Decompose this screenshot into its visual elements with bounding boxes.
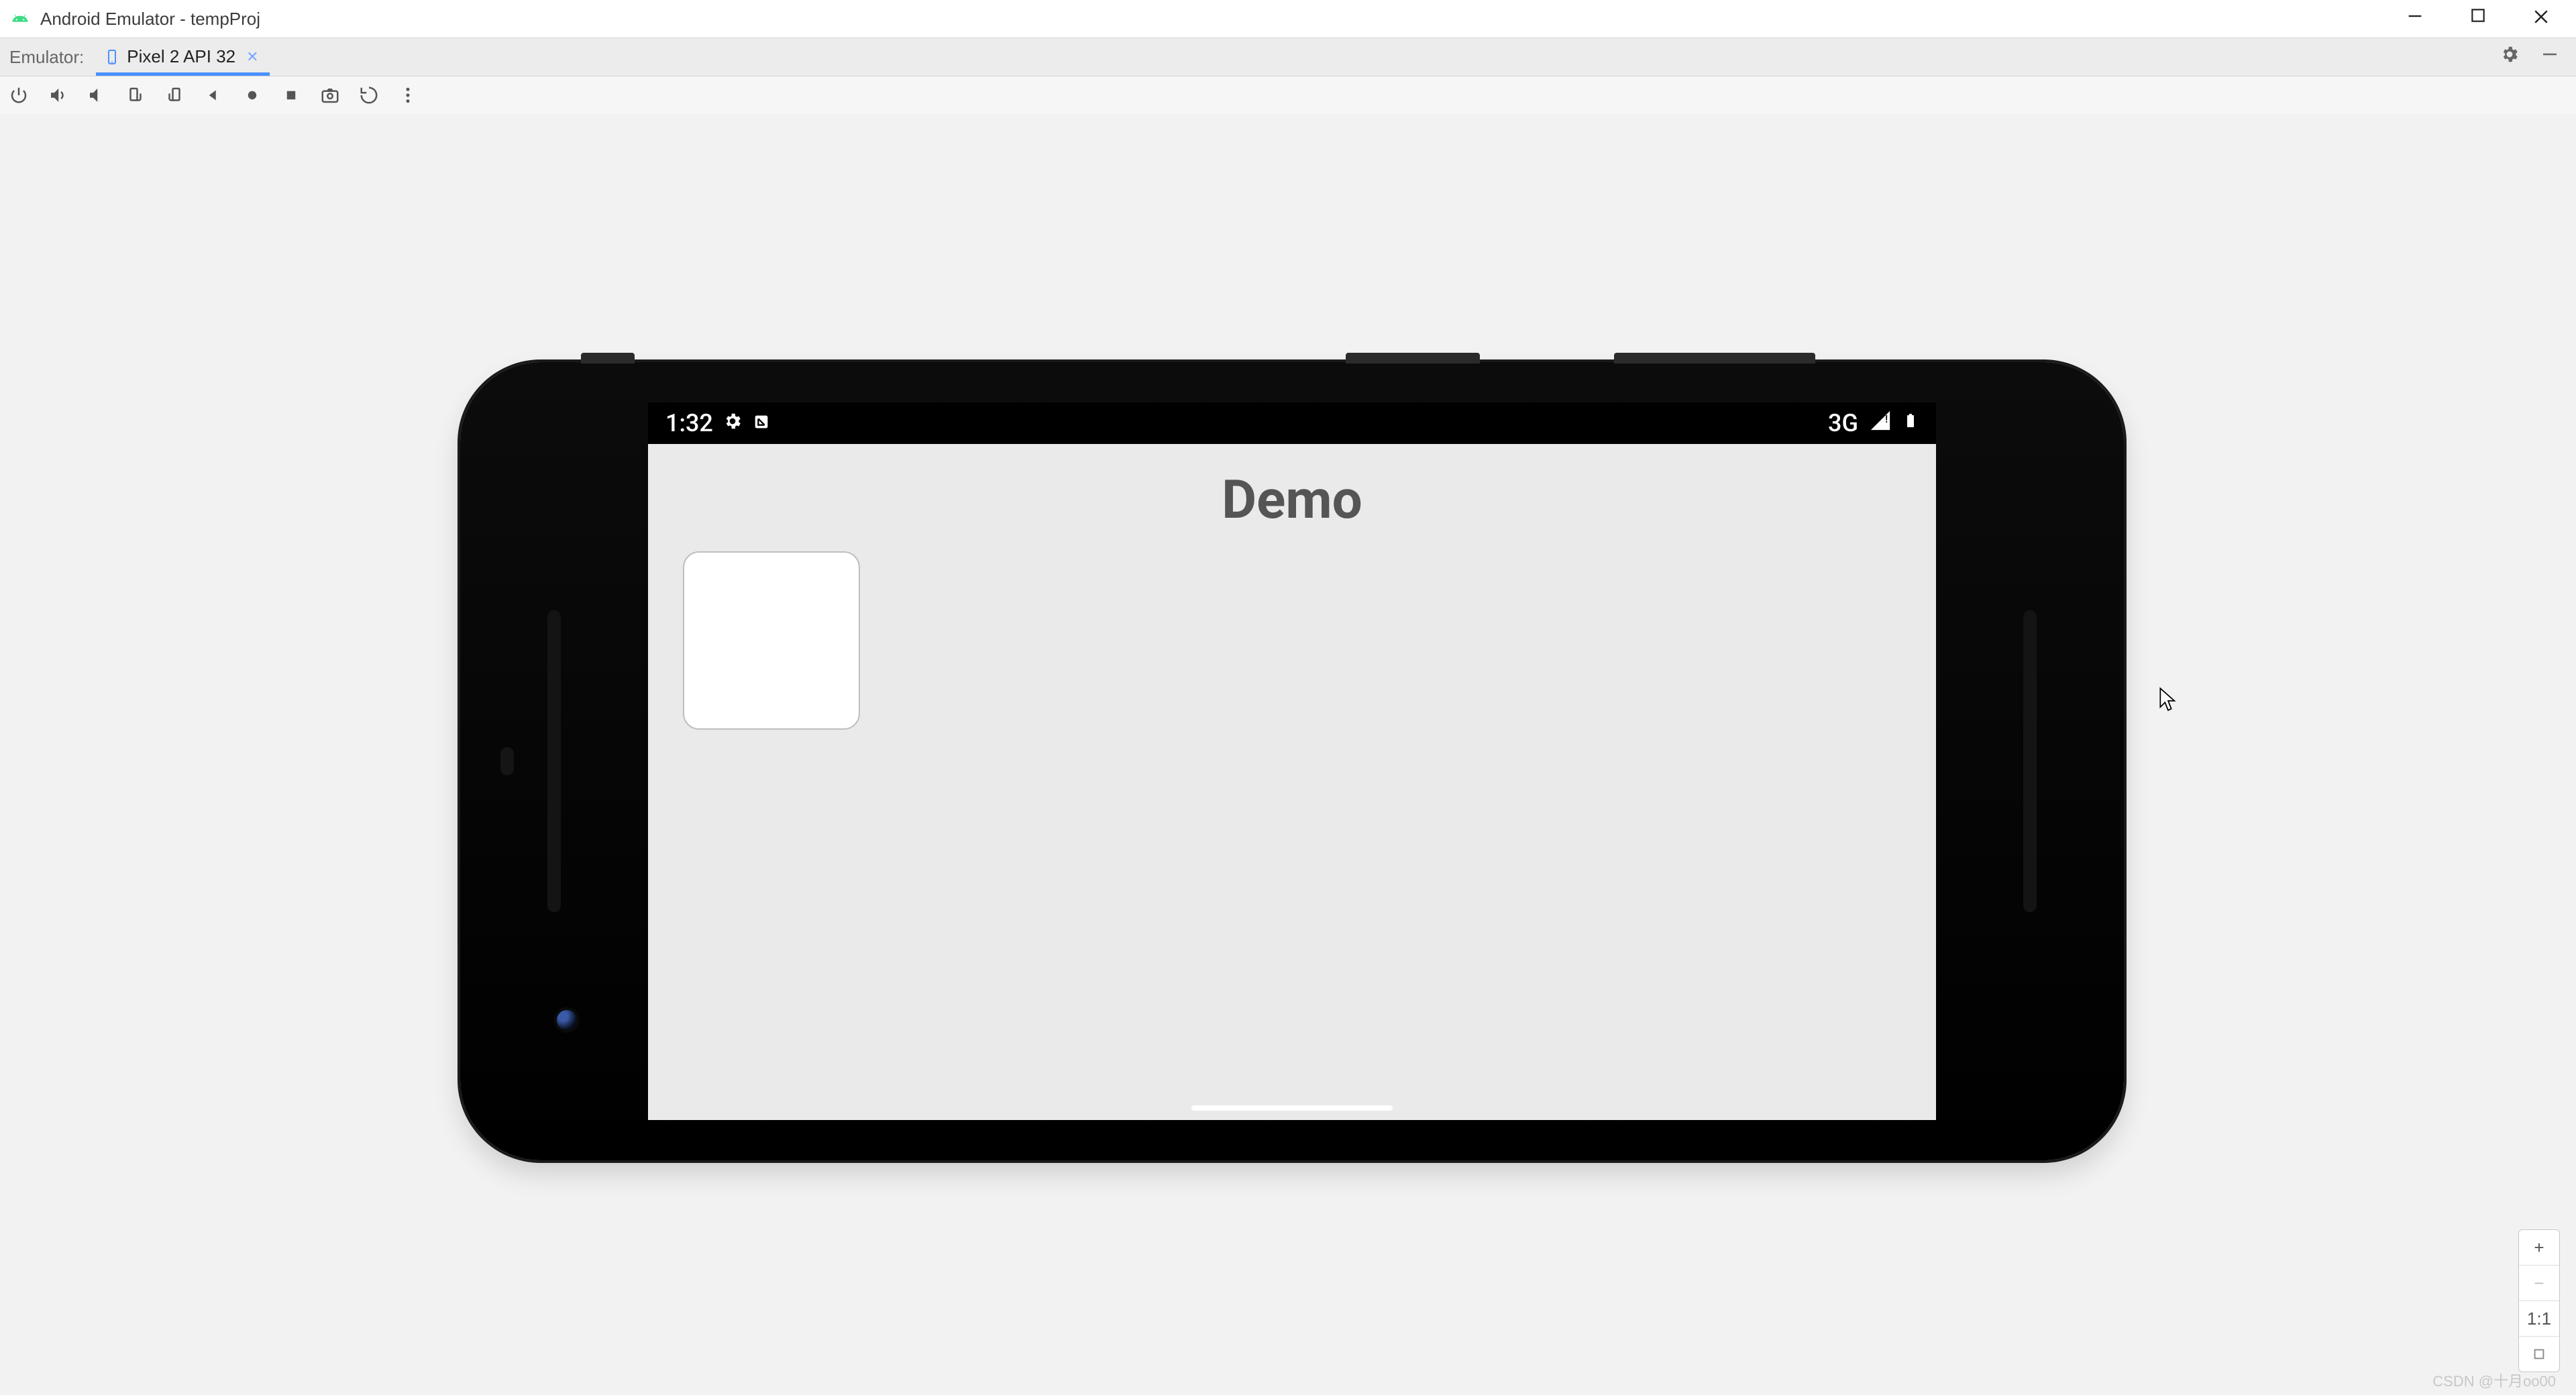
statusbar-clock: 1:32 (665, 409, 713, 437)
front-camera-icon (554, 1007, 580, 1033)
nav-home-button[interactable] (240, 83, 264, 107)
volume-up-button[interactable] (46, 83, 70, 107)
nav-overview-button[interactable] (279, 83, 303, 107)
window-maximize-button[interactable] (2465, 7, 2491, 32)
window-titlebar: Android Emulator - tempProj (0, 0, 2576, 38)
settings-small-icon (722, 409, 743, 437)
zoom-out-button[interactable]: − (2519, 1266, 2559, 1301)
watermark-text: CSDN @十月oo00 (2432, 1370, 2556, 1391)
emulator-tabstrip: Emulator: Pixel 2 API 32 ✕ (0, 38, 2576, 76)
device-frame: 1:32 3G ! (460, 362, 2124, 1160)
emulator-canvas: 1:32 3G ! (0, 114, 2576, 1395)
device-screen[interactable]: 1:32 3G ! (648, 402, 1936, 1120)
power-button[interactable] (7, 83, 31, 107)
window-title: Android Emulator - tempProj (40, 9, 260, 30)
android-statusbar: 1:32 3G ! (648, 402, 1936, 444)
app-heading: Demo (648, 468, 1936, 531)
screen-record-button[interactable] (357, 83, 381, 107)
zoom-control: + − 1:1 (2518, 1229, 2560, 1372)
hide-panel-icon[interactable] (2540, 44, 2560, 69)
speaker-grill-icon (547, 610, 561, 912)
rotate-right-button[interactable] (162, 83, 186, 107)
demo-card[interactable] (683, 551, 860, 730)
statusbar-network-label: 3G (1828, 409, 1858, 437)
phone-icon (104, 49, 120, 65)
emulator-label: Emulator: (7, 47, 96, 76)
device-side-button (581, 353, 635, 364)
tab-label: Pixel 2 API 32 (127, 46, 235, 67)
app-content[interactable]: Demo (648, 444, 1936, 1120)
mouse-cursor-icon (2159, 687, 2178, 714)
window-close-button[interactable] (2528, 7, 2555, 32)
proximity-sensor-icon (500, 747, 514, 775)
more-options-button[interactable] (396, 83, 420, 107)
svg-text:!: ! (1885, 412, 1888, 425)
screenshot-button[interactable] (318, 83, 342, 107)
signal-icon: ! (1869, 409, 1892, 438)
emulator-toolbar (0, 76, 2576, 115)
volume-down-button[interactable] (85, 83, 109, 107)
tab-device[interactable]: Pixel 2 API 32 ✕ (96, 40, 269, 76)
notification-icon (752, 409, 771, 437)
zoom-ratio-button[interactable]: 1:1 (2519, 1301, 2559, 1337)
android-logo-icon (9, 8, 31, 30)
rotate-left-button[interactable] (123, 83, 148, 107)
device-side-button (1614, 353, 1815, 364)
battery-icon (1902, 409, 1919, 438)
speaker-grill-icon (2023, 610, 2037, 912)
device-side-button (1346, 353, 1480, 364)
nav-back-button[interactable] (201, 83, 225, 107)
zoom-fit-button[interactable] (2519, 1337, 2559, 1372)
tab-close-icon[interactable]: ✕ (246, 48, 258, 66)
gesture-nav-handle[interactable] (1191, 1105, 1393, 1111)
window-minimize-button[interactable] (2402, 7, 2428, 32)
settings-gear-icon[interactable] (2500, 44, 2520, 69)
zoom-in-button[interactable]: + (2519, 1230, 2559, 1266)
